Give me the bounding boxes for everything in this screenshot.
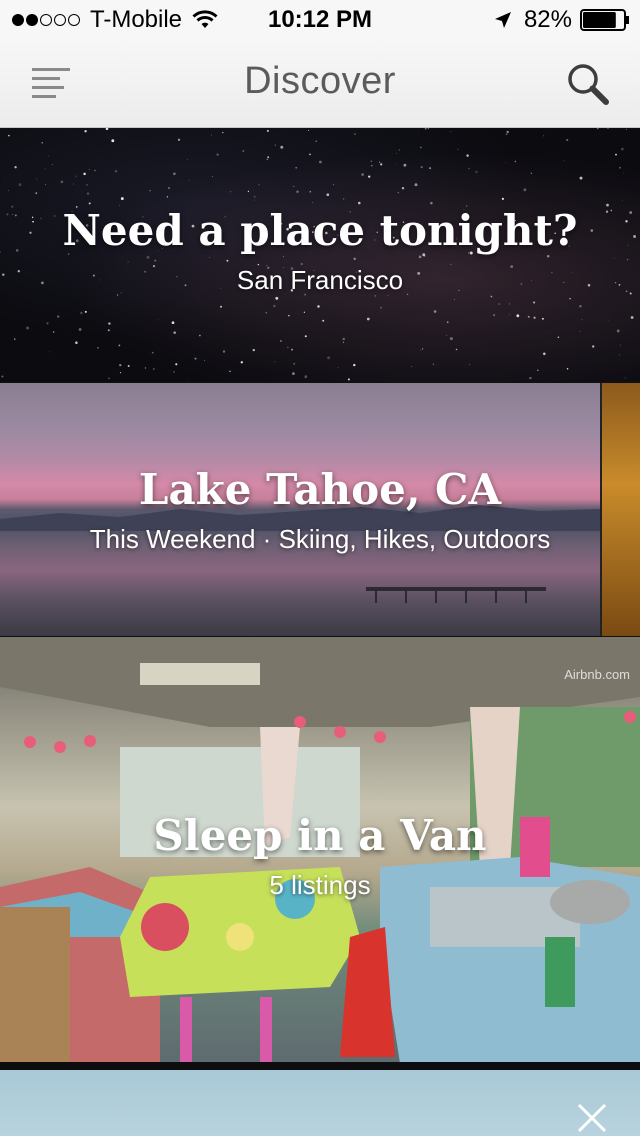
wifi-icon — [192, 10, 218, 28]
close-icon[interactable] — [576, 1102, 608, 1134]
status-left: T-Mobile — [12, 0, 218, 40]
status-bar: T-Mobile 10:12 PM 82% — [0, 0, 640, 40]
card-tonight[interactable]: Need a place tonight? San Francisco — [0, 128, 640, 382]
carrier-name: T-Mobile — [90, 6, 183, 33]
card-lake-tahoe[interactable]: Lake Tahoe, CA This Weekend · Skiing, Hi… — [0, 382, 640, 636]
starry-sky-image — [0, 128, 637, 382]
card-sleep-in-a-van[interactable]: Airbnb.com Sleep in a Van 5 listings — [0, 636, 640, 1062]
card-title: Lake Tahoe, CA — [138, 464, 502, 514]
card-subtitle: 5 listings — [269, 869, 371, 900]
pier-image — [366, 587, 546, 603]
card-title: Sleep in a Van — [153, 810, 487, 860]
card-next-partial[interactable] — [0, 1070, 640, 1136]
location-arrow-icon — [494, 12, 511, 28]
search-icon[interactable] — [566, 62, 610, 106]
card-subtitle: San Francisco — [236, 265, 404, 295]
image-watermark: Airbnb.com — [564, 667, 630, 682]
page-title: Discover — [244, 60, 396, 102]
status-right: 82% — [494, 0, 630, 40]
battery-icon — [580, 9, 629, 31]
card-title: Need a place tonight? — [62, 206, 578, 255]
signal-strength-icon — [12, 14, 82, 26]
next-card-peek-image — [600, 383, 640, 636]
card-subtitle: This Weekend · Skiing, Hikes, Outdoors — [89, 523, 551, 554]
discover-screen: T-Mobile 10:12 PM 82% Discover Need a pl… — [0, 0, 640, 1136]
navigation-bar: Discover — [0, 40, 640, 128]
battery-percent: 82% — [523, 6, 572, 33]
